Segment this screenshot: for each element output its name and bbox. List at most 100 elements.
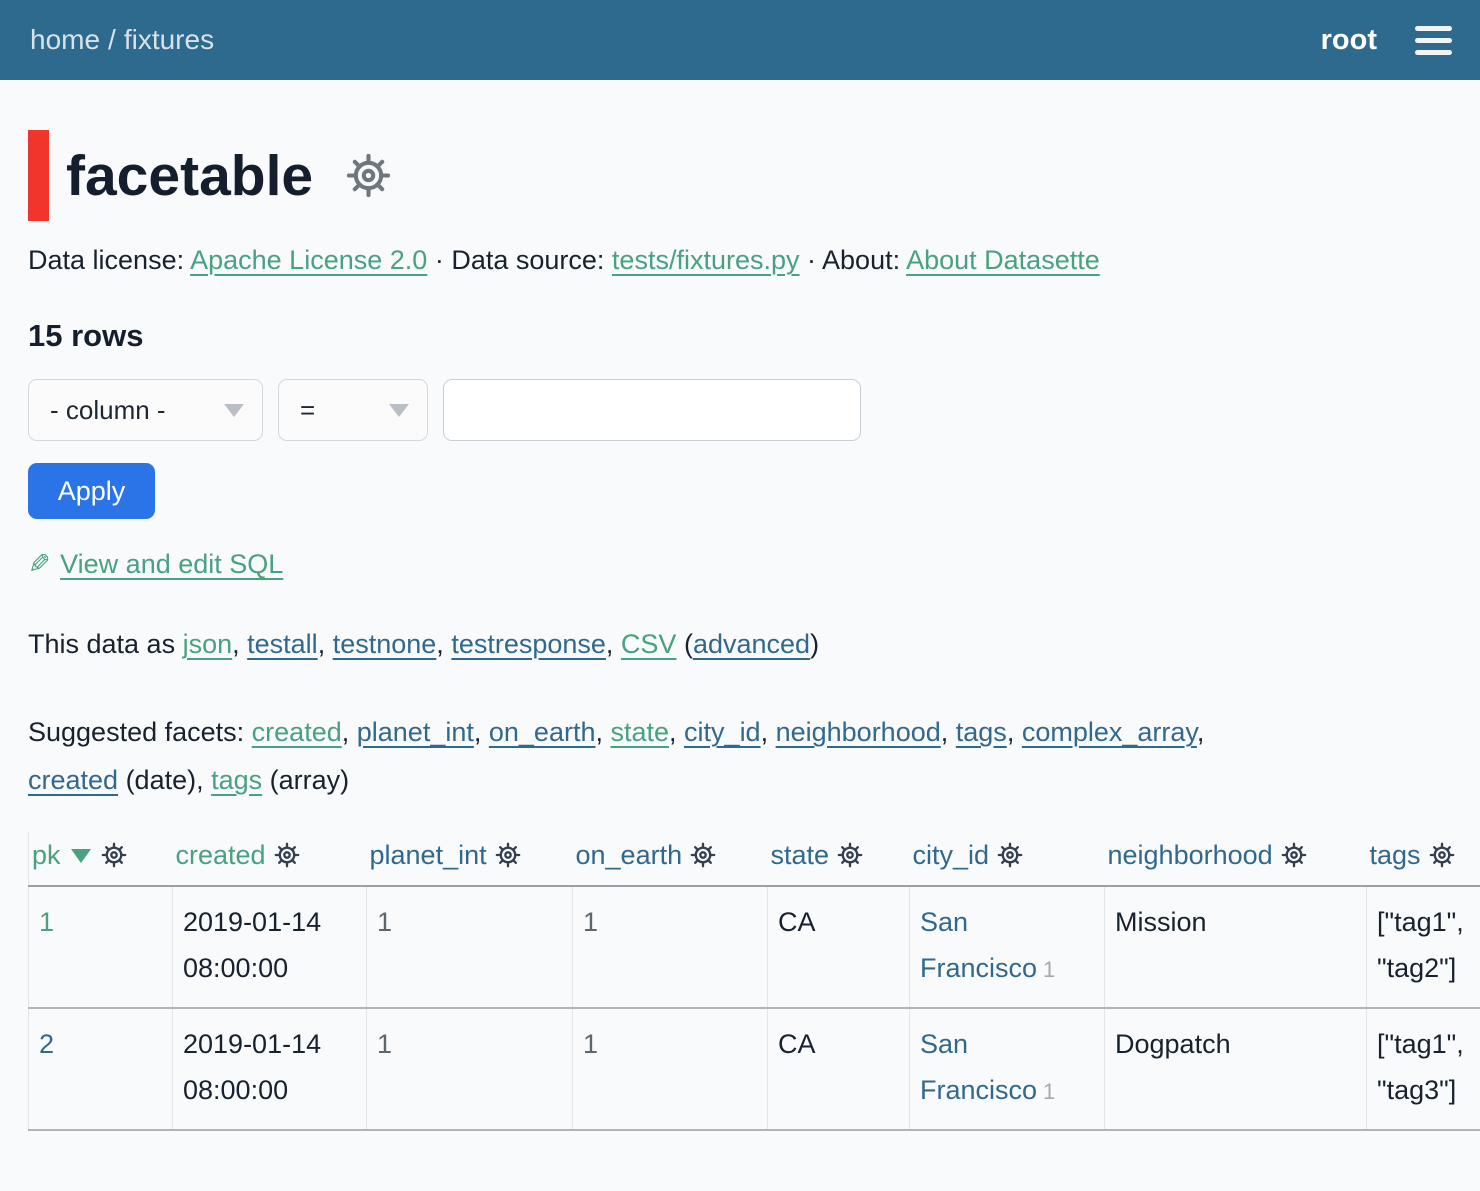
export-link-csv[interactable]: CSV xyxy=(621,629,677,659)
source-link[interactable]: tests/fixtures.py xyxy=(612,245,800,275)
top-nav: home / fixtures root xyxy=(0,0,1480,80)
table-container: pk created planet_int on_earth state xyxy=(28,832,1480,1131)
facet-link-created-date[interactable]: created xyxy=(28,765,118,795)
operator-select-value: = xyxy=(300,395,315,426)
cell-on-earth: 1 xyxy=(573,1008,768,1130)
column-header-planet-int: planet_int xyxy=(367,832,573,886)
facet-link-state[interactable]: state xyxy=(610,717,669,747)
column-header-pk-link[interactable]: pk xyxy=(32,840,61,870)
breadcrumb-home-link[interactable]: home xyxy=(30,24,100,55)
license-link[interactable]: Apache License 2.0 xyxy=(190,245,427,275)
column-header-created-link[interactable]: created xyxy=(176,840,266,870)
table-row: 1 2019-01-14 08:00:00 1 1 CA San Francis… xyxy=(29,886,1480,1008)
operator-select[interactable]: = xyxy=(278,379,428,441)
table-row: 2 2019-01-14 08:00:00 1 1 CA San Francis… xyxy=(29,1008,1480,1130)
view-edit-sql-link[interactable]: View and edit SQL xyxy=(60,549,283,579)
cell-planet-int: 1 xyxy=(367,886,573,1008)
cell-pk: 1 xyxy=(29,886,173,1008)
cell-created: 2019-01-14 08:00:00 xyxy=(173,886,367,1008)
column-cog-icon[interactable] xyxy=(1421,840,1456,870)
column-header-planet-int-link[interactable]: planet_int xyxy=(370,840,487,870)
facet-link-planet-int[interactable]: planet_int xyxy=(357,717,474,747)
column-header-neighborhood: neighborhood xyxy=(1105,832,1367,886)
column-cog-icon[interactable] xyxy=(829,840,864,870)
cell-pk: 2 xyxy=(29,1008,173,1130)
filter-value-input[interactable] xyxy=(443,379,861,441)
cell-neighborhood: Mission xyxy=(1105,886,1367,1008)
export-link-testall[interactable]: testall xyxy=(247,629,318,659)
export-links: This data as json, testall, testnone, te… xyxy=(28,620,1458,668)
hamburger-icon xyxy=(1415,38,1452,43)
apply-button[interactable]: Apply xyxy=(28,463,155,519)
pk-link[interactable]: 2 xyxy=(39,1029,54,1059)
facet-link-neighborhood[interactable]: neighborhood xyxy=(776,717,941,747)
column-header-city-id: city_id xyxy=(910,832,1105,886)
column-cog-icon[interactable] xyxy=(1273,840,1308,870)
cell-tags: ["tag1", "tag2"] xyxy=(1367,886,1480,1008)
facet-link-created[interactable]: created xyxy=(252,717,342,747)
suggested-facets: Suggested facets: created, planet_int, o… xyxy=(28,708,1458,804)
facet-link-complex-array[interactable]: complex_array xyxy=(1022,717,1197,747)
column-select-value: - column - xyxy=(50,395,166,426)
metadata-line: Data license: Apache License 2.0 · Data … xyxy=(28,245,1480,276)
cell-on-earth: 1 xyxy=(573,886,768,1008)
rows-table: pk created planet_int on_earth state xyxy=(28,832,1480,1131)
cell-state: CA xyxy=(768,1008,910,1130)
hamburger-icon xyxy=(1415,50,1452,55)
export-link-json[interactable]: json xyxy=(183,629,233,659)
export-link-advanced[interactable]: advanced xyxy=(693,629,810,659)
column-header-city-id-link[interactable]: city_id xyxy=(913,840,990,870)
filter-row: - column - = xyxy=(28,379,1480,441)
about-link[interactable]: About Datasette xyxy=(906,245,1100,275)
column-header-tags: tags xyxy=(1367,832,1480,886)
chevron-down-icon xyxy=(224,404,244,417)
column-header-tags-link[interactable]: tags xyxy=(1370,840,1421,870)
pk-link[interactable]: 1 xyxy=(39,907,54,937)
column-cog-icon[interactable] xyxy=(93,840,128,870)
column-header-state: state xyxy=(768,832,910,886)
column-cog-icon[interactable] xyxy=(266,840,301,870)
facet-link-city-id[interactable]: city_id xyxy=(684,717,761,747)
chevron-down-icon xyxy=(389,404,409,417)
column-cog-icon[interactable] xyxy=(989,840,1024,870)
breadcrumb-fixtures-link[interactable]: fixtures xyxy=(124,24,214,55)
cell-created: 2019-01-14 08:00:00 xyxy=(173,1008,367,1130)
facet-link-on-earth[interactable]: on_earth xyxy=(489,717,596,747)
breadcrumb-separator: / xyxy=(108,24,116,55)
column-cog-icon[interactable] xyxy=(487,840,522,870)
column-header-pk: pk xyxy=(29,832,173,886)
facet-link-tags-array[interactable]: tags xyxy=(211,765,262,795)
accent-bar xyxy=(28,130,49,221)
advanced-paren: ) xyxy=(810,629,819,659)
sort-desc-icon xyxy=(71,849,91,863)
facets-prefix: Suggested facets: xyxy=(28,717,244,747)
column-select[interactable]: - column - xyxy=(28,379,263,441)
source-label: Data source: xyxy=(451,245,604,275)
cell-city-id: San Francisco1 xyxy=(910,1008,1105,1130)
pencil-icon: ✎ xyxy=(28,549,51,580)
facet-link-tags[interactable]: tags xyxy=(956,717,1007,747)
city-link[interactable]: San Francisco xyxy=(920,907,1037,983)
table-header-row: pk created planet_int on_earth state xyxy=(29,832,1480,886)
cell-city-id: San Francisco1 xyxy=(910,886,1105,1008)
menu-button[interactable] xyxy=(1413,22,1454,59)
column-header-neighborhood-link[interactable]: neighborhood xyxy=(1108,840,1273,870)
dot-separator: · xyxy=(435,245,444,275)
table-settings-gear-icon[interactable] xyxy=(344,151,393,200)
fk-id-badge: 1 xyxy=(1043,957,1055,982)
export-link-testnone[interactable]: testnone xyxy=(333,629,437,659)
user-link[interactable]: root xyxy=(1321,24,1377,57)
dot-separator: · xyxy=(807,245,816,275)
nav-right: root xyxy=(1321,22,1454,59)
column-header-created: created xyxy=(173,832,367,886)
advanced-paren: ( xyxy=(684,629,693,659)
column-cog-icon[interactable] xyxy=(682,840,717,870)
about-label: About: xyxy=(822,245,900,275)
column-header-state-link[interactable]: state xyxy=(771,840,830,870)
cell-state: CA xyxy=(768,886,910,1008)
column-header-on-earth-link[interactable]: on_earth xyxy=(576,840,683,870)
city-link[interactable]: San Francisco xyxy=(920,1029,1037,1105)
column-header-on-earth: on_earth xyxy=(573,832,768,886)
cell-neighborhood: Dogpatch xyxy=(1105,1008,1367,1130)
export-link-testresponse[interactable]: testresponse xyxy=(451,629,606,659)
